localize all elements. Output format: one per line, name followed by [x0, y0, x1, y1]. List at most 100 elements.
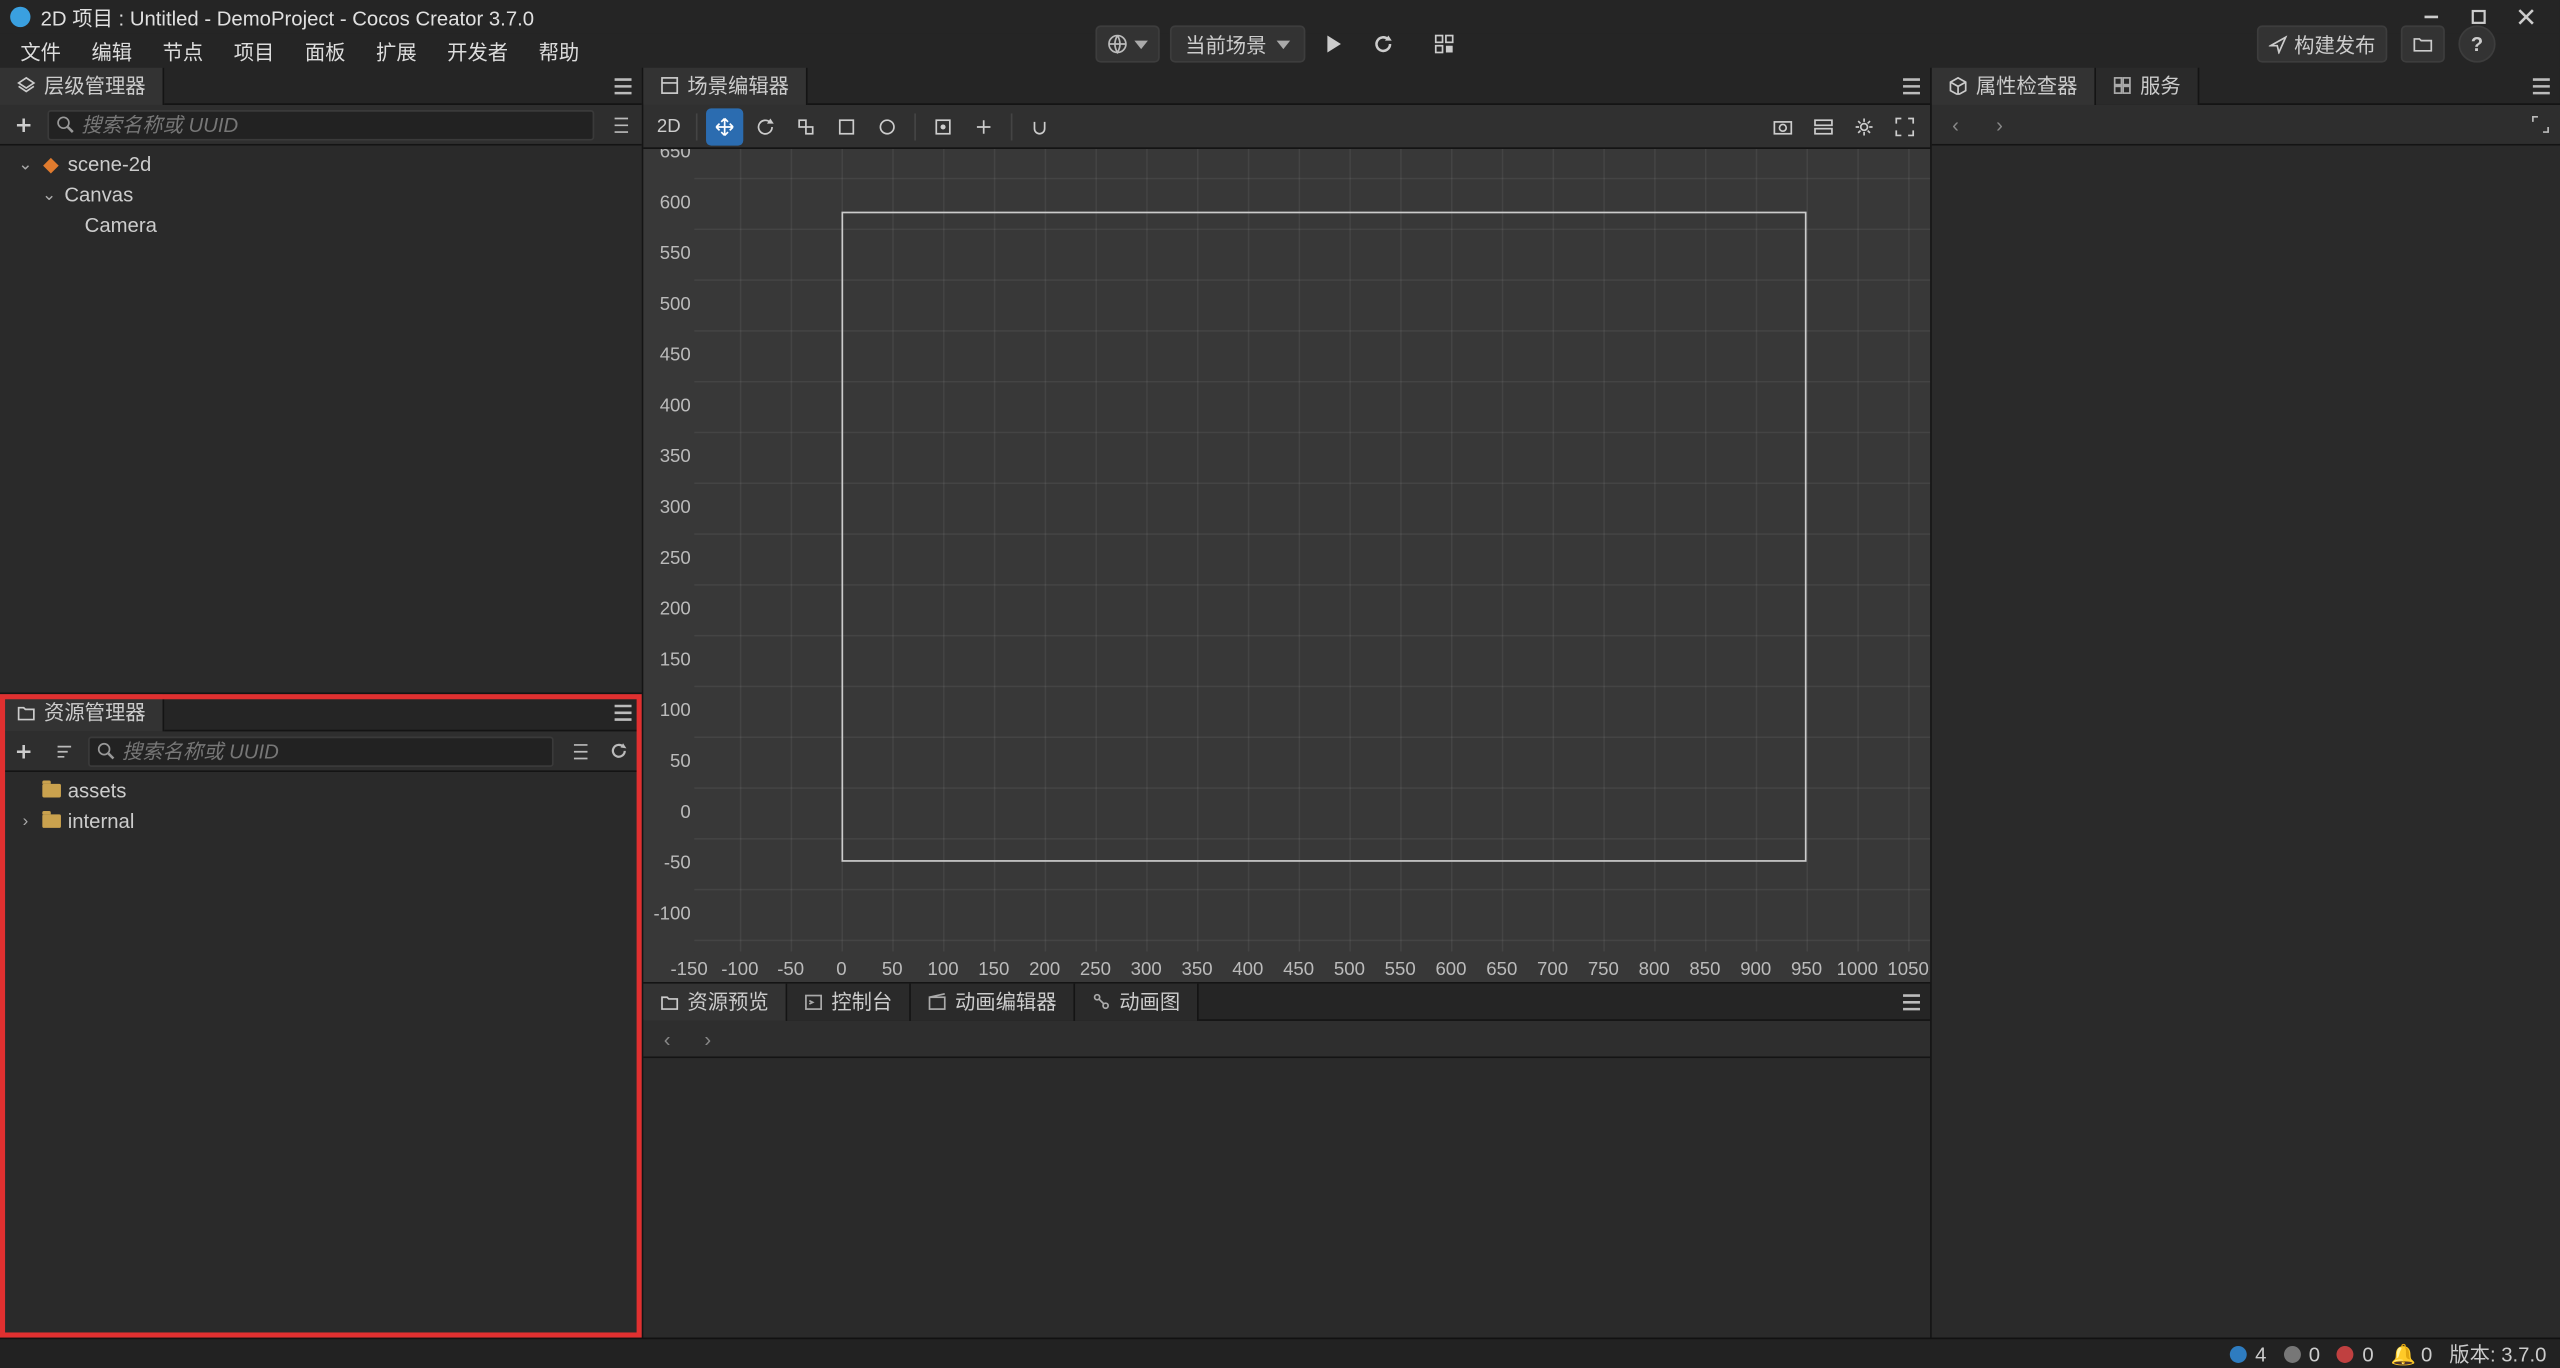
- fullscreen-icon: [1895, 116, 1915, 136]
- open-project-button[interactable]: [2401, 25, 2445, 62]
- ruler-x-tick: 200: [1029, 960, 1060, 980]
- assets-add-button[interactable]: [7, 734, 41, 768]
- inspector-back-button[interactable]: ‹: [1942, 111, 1969, 138]
- status-info[interactable]: 4: [2230, 1342, 2267, 1366]
- inspector-tab[interactable]: 属性检查器: [1932, 67, 2096, 104]
- menu-node[interactable]: 节点: [149, 33, 217, 69]
- expand-toggle[interactable]: ⌄: [17, 155, 34, 174]
- terminal-icon: [804, 993, 823, 1010]
- scene-fullscreen-button[interactable]: [1886, 108, 1923, 145]
- move-tool[interactable]: [706, 108, 743, 145]
- ruler-x-tick: 150: [978, 960, 1009, 980]
- tree-node-canvas[interactable]: ⌄ Canvas: [0, 179, 642, 209]
- info-icon: [2230, 1345, 2247, 1362]
- preview-platform-dropdown[interactable]: [1095, 25, 1159, 62]
- ruler-y-tick: 100: [647, 701, 691, 721]
- pivot-tool[interactable]: [965, 108, 1002, 145]
- expand-toggle[interactable]: ⌄: [41, 185, 58, 204]
- close-button[interactable]: [2502, 0, 2549, 34]
- assets-sort-button[interactable]: [47, 734, 81, 768]
- play-button[interactable]: [1316, 25, 1353, 62]
- hierarchy-search-input[interactable]: [81, 113, 586, 137]
- ruler-x-tick: 0: [836, 960, 846, 980]
- ruler-x-tick: 300: [1131, 960, 1162, 980]
- tree-node-camera[interactable]: Camera: [0, 210, 642, 240]
- build-button[interactable]: 构建发布: [2257, 25, 2387, 62]
- tab-asset-preview[interactable]: 资源预览: [643, 983, 787, 1020]
- scale-tool[interactable]: [787, 108, 824, 145]
- scene-screenshot-button[interactable]: [1764, 108, 1801, 145]
- rect-tool[interactable]: [828, 108, 865, 145]
- refresh-icon: [609, 742, 628, 761]
- tab-console[interactable]: 控制台: [787, 983, 911, 1020]
- assets-node-assets[interactable]: assets: [0, 775, 642, 805]
- menu-developer[interactable]: 开发者: [434, 33, 522, 69]
- rotate-tool[interactable]: [747, 108, 784, 145]
- help-button[interactable]: ?: [2458, 25, 2495, 62]
- inspector-forward-button[interactable]: ›: [1986, 111, 2013, 138]
- scene-align-button[interactable]: [1805, 108, 1842, 145]
- scene-icon: ◆: [41, 154, 61, 174]
- tree-node-scene[interactable]: ⌄ ◆ scene-2d: [0, 149, 642, 179]
- assets-refresh-button[interactable]: [601, 734, 635, 768]
- folder-icon: [41, 811, 61, 831]
- tab-animation-graph[interactable]: 动画图: [1075, 983, 1199, 1020]
- assets-menu-button[interactable]: [604, 693, 641, 730]
- menu-file[interactable]: 文件: [7, 33, 75, 69]
- scene-settings-button[interactable]: [1845, 108, 1882, 145]
- hierarchy-tab[interactable]: 层级管理器: [0, 67, 164, 104]
- folder-icon: [660, 993, 679, 1010]
- inspector-menu-button[interactable]: [2523, 67, 2560, 104]
- assets-search[interactable]: [88, 736, 554, 766]
- graph-icon: [1092, 992, 1111, 1011]
- qr-button[interactable]: [1424, 25, 1465, 62]
- transform-tool[interactable]: [869, 108, 906, 145]
- nav-back-button[interactable]: ‹: [654, 1025, 681, 1052]
- tab-label: 资源预览: [687, 987, 768, 1016]
- question-icon: ?: [2471, 32, 2483, 56]
- status-error[interactable]: 0: [2337, 1342, 2374, 1366]
- inspector-expand-button[interactable]: [2531, 115, 2550, 134]
- hierarchy-menu-button[interactable]: [604, 67, 641, 104]
- hierarchy-search[interactable]: [47, 109, 594, 139]
- assets-tab[interactable]: 资源管理器: [0, 693, 164, 730]
- grid-icon: [2113, 76, 2132, 95]
- status-notif[interactable]: 🔔0: [2391, 1342, 2433, 1366]
- ruler-y-tick: 150: [647, 650, 691, 670]
- status-warn[interactable]: 0: [2283, 1342, 2320, 1366]
- snap-icon: [1029, 116, 1049, 136]
- assets-list-button[interactable]: [560, 734, 594, 768]
- hierarchy-add-button[interactable]: [7, 108, 41, 142]
- anchor-tool[interactable]: [924, 108, 961, 145]
- assets-search-input[interactable]: [122, 739, 545, 763]
- scene-tab[interactable]: 场景编辑器: [643, 67, 807, 104]
- scene-viewport[interactable]: 650600550500450400350300250200150100500-…: [643, 149, 1930, 982]
- align-icon: [1813, 116, 1833, 136]
- inspector-content: [1932, 146, 2560, 1338]
- scene-toolbar: 2D: [643, 105, 1930, 149]
- nav-forward-button[interactable]: ›: [694, 1025, 721, 1052]
- ruler-y-tick: 200: [647, 599, 691, 619]
- assets-tree[interactable]: assets › internal: [0, 772, 642, 1337]
- tab-animation-editor[interactable]: 动画编辑器: [911, 983, 1075, 1020]
- menu-help[interactable]: 帮助: [525, 33, 593, 69]
- snap-tool[interactable]: [1021, 108, 1058, 145]
- services-tab[interactable]: 服务: [2096, 67, 2199, 104]
- expand-toggle[interactable]: ›: [17, 812, 34, 831]
- assets-node-internal[interactable]: › internal: [0, 806, 642, 836]
- hierarchy-tree[interactable]: ⌄ ◆ scene-2d ⌄ Canvas Camera: [0, 146, 642, 693]
- scene-menu-button[interactable]: [1893, 67, 1930, 104]
- ruler-x-tick: -50: [777, 960, 804, 980]
- ruler-x-tick: 450: [1283, 960, 1314, 980]
- refresh-button[interactable]: [1363, 25, 1404, 62]
- menu-panel[interactable]: 面板: [291, 33, 359, 69]
- hierarchy-list-button[interactable]: [601, 108, 635, 142]
- menu-edit[interactable]: 编辑: [78, 33, 146, 69]
- hamburger-icon: [2531, 77, 2551, 94]
- menu-project[interactable]: 项目: [220, 33, 288, 69]
- menu-extension[interactable]: 扩展: [362, 33, 430, 69]
- bottom-panel: 资源预览 控制台 动画编辑器 动画图: [643, 982, 1930, 1338]
- scene-dropdown[interactable]: 当前场景: [1170, 25, 1305, 62]
- bottom-menu-button[interactable]: [1893, 983, 1930, 1020]
- mode-2d-button[interactable]: 2D: [650, 108, 687, 145]
